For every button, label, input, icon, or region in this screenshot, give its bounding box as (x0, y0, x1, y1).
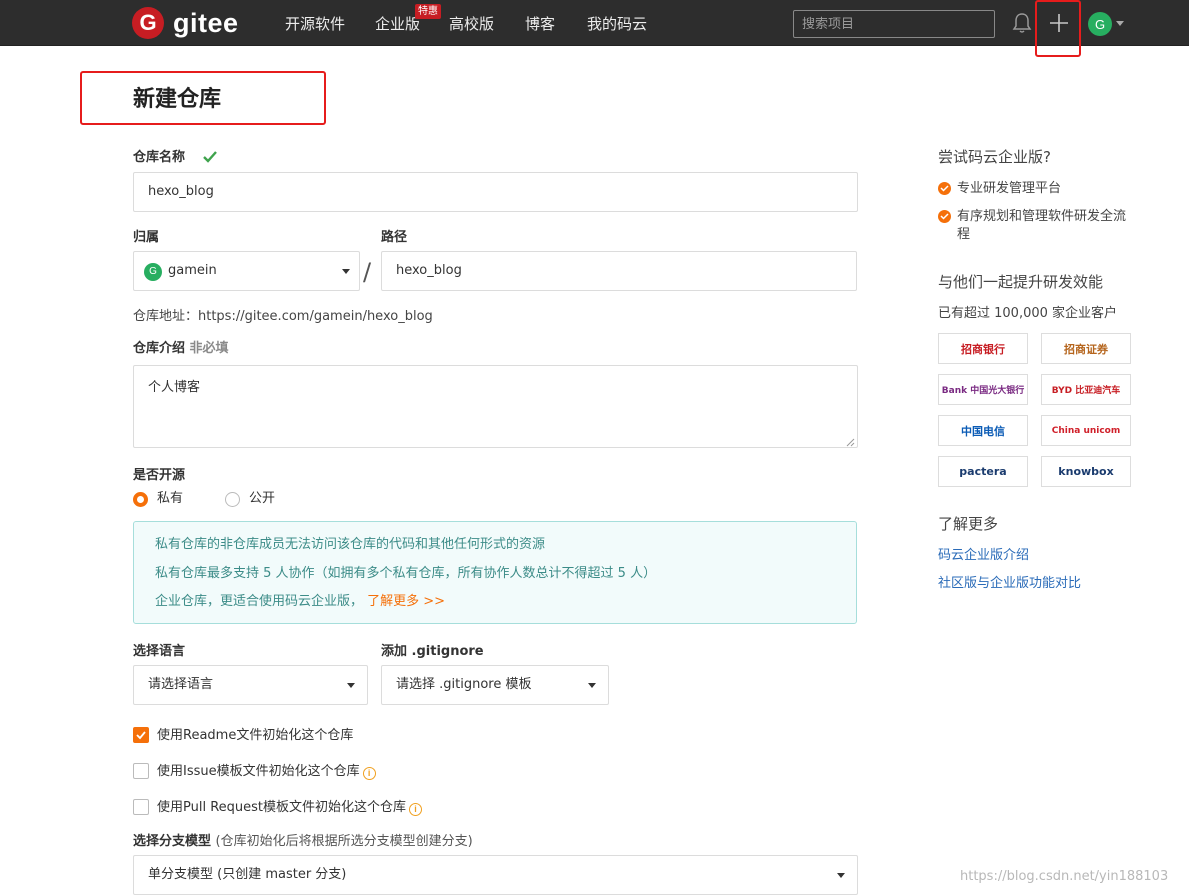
customer-logo-knowbox: knowbox (1041, 456, 1131, 487)
private-repo-info-box: 私有仓库的非仓库成员无法访问该仓库的代码和其他任何形式的资源 私有仓库最多支持 … (133, 521, 857, 624)
visibility-label: 是否开源 (133, 468, 186, 483)
nav-link-my-gitee[interactable]: 我的码云 (587, 13, 647, 35)
branch-model-value: 单分支模型 (只创建 master 分支) (148, 867, 347, 882)
description-textarea[interactable]: 个人博客 (133, 365, 858, 448)
customer-logo-pactera: pactera (938, 456, 1028, 487)
radio-private-label[interactable]: 私有 (157, 490, 183, 508)
info-icon[interactable]: i (409, 803, 423, 816)
language-select[interactable]: 请选择语言 (133, 665, 368, 705)
branch-model-select[interactable]: 单分支模型 (只创建 master 分支) (133, 855, 858, 895)
sidebar-link-compare[interactable]: 社区版与企业版功能对比 (938, 575, 1081, 593)
description-value: 个人博客 (148, 380, 201, 395)
branch-model-label: 选择分支模型 (仓库初始化后将根据所选分支模型创建分支) (133, 833, 473, 851)
chevron-down-icon (342, 269, 350, 274)
path-input[interactable]: hexo_blog (381, 251, 857, 291)
checkbox-pr-template-label[interactable]: 使用Pull Request模板文件初始化这个仓库 i (157, 799, 423, 817)
sidebar-feature-2: 有序规划和管理软件研发全流程 (938, 208, 1129, 244)
valid-check-icon (202, 150, 218, 164)
description-label: 仓库介绍 非必填 (133, 340, 229, 358)
info-line-1: 私有仓库的非仓库成员无法访问该仓库的代码和其他任何形式的资源 (155, 537, 546, 552)
owner-label: 归属 (133, 230, 160, 245)
nav-link-blog[interactable]: 博客 (525, 13, 555, 35)
checkbox-issue-template-label[interactable]: 使用Issue模板文件初始化这个仓库 i (157, 763, 376, 781)
repo-name-input[interactable]: hexo_blog (133, 172, 858, 212)
customer-logo-byd: BYD 比亚迪汽车 (1041, 374, 1131, 405)
customer-logo-telecom: 中国电信 (938, 415, 1028, 446)
customer-logo-cms: 招商证券 (1041, 333, 1131, 364)
chevron-down-icon (588, 683, 596, 688)
owner-select[interactable]: G gamein (133, 251, 360, 291)
plus-icon[interactable] (1048, 12, 1070, 34)
language-label: 选择语言 (133, 644, 186, 659)
customer-logo-unicom: China unicom (1041, 415, 1131, 446)
description-label-text: 仓库介绍 (133, 341, 186, 356)
gitee-logo-text: gitee (173, 8, 239, 38)
checkbox-issue-template[interactable] (133, 763, 149, 779)
language-value: 请选择语言 (148, 677, 214, 692)
radio-public-label[interactable]: 公开 (249, 490, 275, 508)
page-title: 新建仓库 (133, 87, 222, 112)
gitignore-select[interactable]: 请选择 .gitignore 模板 (381, 665, 609, 705)
top-navbar: G gitee 开源软件 企业版 特惠 高校版 博客 我的码云 G (0, 0, 1189, 46)
gitignore-value: 请选择 .gitignore 模板 (396, 677, 532, 692)
bell-icon[interactable] (1012, 12, 1032, 34)
sidebar-link-enterprise-intro[interactable]: 码云企业版介绍 (938, 547, 1029, 565)
branch-model-label-text: 选择分支模型 (133, 834, 212, 849)
sidebar-try-title: 尝试码云企业版? (938, 148, 1051, 166)
checkbox-pr-template[interactable] (133, 799, 149, 815)
nav-link-open-source[interactable]: 开源软件 (285, 13, 345, 35)
gitee-logo[interactable]: G gitee (132, 7, 239, 39)
watermark-text: https://blog.csdn.net/yin188103 (960, 869, 1169, 884)
checkbox-readme[interactable] (133, 727, 149, 743)
info-line-3: 企业仓库，更适合使用码云企业版， 了解更多 >> (155, 593, 445, 611)
sidebar-together-title: 与他们一起提升研发效能 (938, 273, 1104, 291)
chevron-down-icon (837, 873, 845, 878)
check-circle-icon (938, 182, 951, 195)
path-separator: / (363, 258, 372, 286)
gitee-logo-mark: G (132, 7, 164, 39)
user-avatar[interactable]: G (1088, 12, 1112, 36)
search-input[interactable] (793, 10, 995, 38)
path-label: 路径 (381, 230, 408, 245)
repo-name-label: 仓库名称 (133, 150, 186, 165)
checkbox-readme-label[interactable]: 使用Readme文件初始化这个仓库 (157, 727, 353, 745)
enterprise-promo-badge: 特惠 (415, 4, 441, 19)
radio-public[interactable] (225, 492, 240, 507)
resize-handle-icon[interactable] (846, 436, 855, 447)
sidebar-feature-1: 专业研发管理平台 (938, 180, 1129, 198)
branch-model-hint: (仓库初始化后将根据所选分支模型创建分支) (215, 834, 473, 849)
radio-private[interactable] (133, 492, 148, 507)
learn-more-link[interactable]: 了解更多 >> (367, 594, 445, 609)
owner-value: gamein (168, 263, 217, 278)
info-line-3-text: 企业仓库，更适合使用码云企业版， (155, 594, 364, 609)
chevron-down-icon (347, 683, 355, 688)
owner-avatar: G (144, 263, 162, 281)
checkbox-pr-template-text: 使用Pull Request模板文件初始化这个仓库 (157, 800, 407, 815)
checkbox-issue-template-text: 使用Issue模板文件初始化这个仓库 (157, 764, 360, 779)
repo-url-text: 仓库地址：https://gitee.com/gamein/hexo_blog (133, 309, 433, 324)
check-circle-icon (938, 210, 951, 223)
customer-logo-ceb: Bank 中国光大银行 (938, 374, 1028, 405)
nav-link-education[interactable]: 高校版 (449, 13, 494, 35)
sidebar-feature-text: 有序规划和管理软件研发全流程 (957, 209, 1127, 242)
info-line-2: 私有仓库最多支持 5 人协作（如拥有多个私有仓库，所有协作人数总计不得超过 5 … (155, 566, 657, 581)
sidebar-learn-title: 了解更多 (938, 515, 999, 533)
description-optional-tag: 非必填 (189, 341, 229, 356)
chevron-down-icon[interactable] (1116, 21, 1124, 26)
sidebar-feature-text: 专业研发管理平台 (957, 181, 1062, 196)
info-icon[interactable]: i (362, 767, 376, 780)
gitignore-label: 添加 .gitignore (381, 644, 484, 659)
sidebar-customers-text: 已有超过 100,000 家企业客户 (938, 306, 1118, 321)
customer-logo-cmb: 招商银行 (938, 333, 1028, 364)
nav-link-enterprise[interactable]: 企业版 (375, 13, 420, 35)
